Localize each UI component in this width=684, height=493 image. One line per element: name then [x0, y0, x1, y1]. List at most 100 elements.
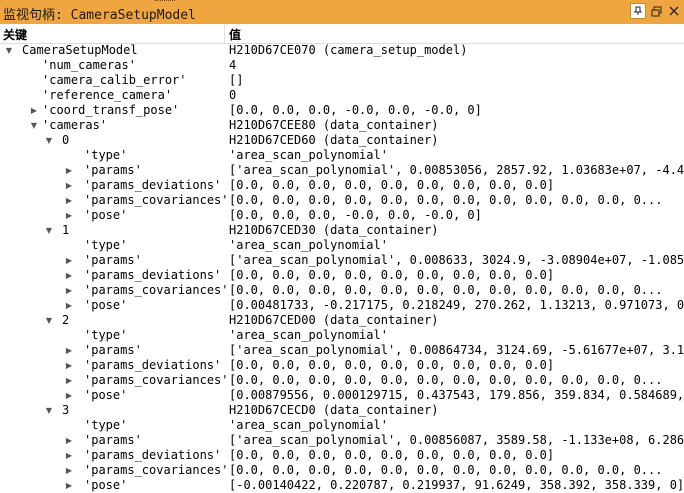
row-key: 'params_covariances' [84, 283, 229, 297]
collapse-arrow-icon[interactable]: ▼ [44, 313, 54, 328]
row-value: ['area_scan_polynomial', 0.008633, 3024.… [229, 253, 684, 267]
row-key: CameraSetupModel [22, 43, 138, 57]
expand-arrow-icon[interactable]: ▶ [64, 463, 74, 478]
collapse-arrow-icon[interactable]: ▼ [44, 403, 54, 418]
row-key: 'params_deviations' [84, 358, 222, 372]
row-key: 'num_cameras' [42, 58, 136, 72]
collapse-arrow-icon[interactable]: ▼ [44, 133, 54, 148]
row-value: [0.0, 0.0, 0.0, 0.0, 0.0, 0.0, 0.0, 0.0,… [229, 448, 555, 462]
row-key: 3 [62, 403, 70, 417]
row-value: [0.00879556, 0.000129715, 0.437543, 179.… [229, 388, 684, 402]
row-key: 'params_covariances' [84, 193, 229, 207]
tree-row[interactable]: ▶ 'params' ['area_scan_polynomial', 0.0086… [0, 343, 684, 358]
tree-row[interactable]: 'type' 'area_scan_polynomial' [0, 148, 684, 163]
tree-row[interactable]: 'num_cameras' 4 [0, 58, 684, 73]
row-value: H210D67CEE80 (data_container) [229, 118, 439, 132]
row-value: [0.0, 0.0, 0.0, 0.0, 0.0, 0.0, 0.0, 0.0,… [229, 373, 663, 387]
tree-row[interactable]: 'type' 'area_scan_polynomial' [0, 328, 684, 343]
row-value: [0.0, 0.0, 0.0, 0.0, 0.0, 0.0, 0.0, 0.0,… [229, 463, 663, 477]
row-value: [-0.00140422, 0.220787, 0.219937, 91.624… [229, 478, 684, 492]
row-key: 0 [62, 133, 70, 147]
row-key: 'type' [84, 418, 128, 432]
expand-arrow-icon[interactable]: ▶ [64, 178, 74, 193]
tree-row[interactable]: ▶ 'params_deviations' [0.0, 0.0, 0.0, 0.0,… [0, 358, 684, 373]
tree-row[interactable]: 'reference_camera' 0 [0, 88, 684, 103]
expand-arrow-icon[interactable]: ▶ [64, 448, 74, 463]
expand-arrow-icon[interactable]: ▶ [64, 388, 74, 403]
tree-row[interactable]: ▼ 0 H210D67CED60 (data_container) [0, 133, 684, 148]
row-key: 'params_deviations' [84, 268, 222, 282]
collapse-arrow-icon[interactable]: ▼ [44, 223, 54, 238]
tree-row[interactable]: ▼ 1 H210D67CED30 (data_container) [0, 223, 684, 238]
tree-row[interactable]: ▶ 'pose' [0.00481733, -0.217175, 0.218249,… [0, 298, 684, 313]
expand-arrow-icon[interactable]: ▶ [64, 283, 74, 298]
expand-arrow-icon[interactable]: ▶ [64, 478, 74, 493]
close-icon[interactable] [666, 3, 682, 19]
tree-row[interactable]: ▼ 2 H210D67CED00 (data_container) [0, 313, 684, 328]
tree-row[interactable]: ▶ 'params' ['area_scan_polynomial', 0.0085… [0, 433, 684, 448]
float-window-icon[interactable] [648, 3, 664, 19]
row-key: 'params' [84, 433, 142, 447]
tree-row[interactable]: ▶ 'params_covariances' [0.0, 0.0, 0.0, 0.0… [0, 193, 684, 208]
row-key: 'params_deviations' [84, 178, 222, 192]
key-column-header[interactable]: 关键 [3, 26, 27, 43]
collapse-arrow-icon[interactable]: ▼ [29, 118, 39, 133]
tree-row[interactable]: ▶ 'pose' [0.0, 0.0, 0.0, -0.0, 0.0, -0.0, … [0, 208, 684, 223]
pin-icon[interactable] [630, 3, 646, 19]
row-value: H210D67CED60 (data_container) [229, 133, 439, 147]
value-column-header[interactable]: 值 [229, 26, 241, 43]
row-value: ['area_scan_polynomial', 0.00856087, 358… [229, 433, 684, 447]
expand-arrow-icon[interactable]: ▶ [64, 163, 74, 178]
drag-grip[interactable] [155, 0, 175, 3]
row-value: [] [229, 73, 244, 87]
tree-row[interactable]: ▶ 'params_covariances' [0.0, 0.0, 0.0, 0.0… [0, 373, 684, 388]
row-value: 4 [229, 58, 237, 72]
tree-row[interactable]: ▶ 'params_covariances' [0.0, 0.0, 0.0, 0.0… [0, 283, 684, 298]
tree-row[interactable]: ▶ 'params_deviations' [0.0, 0.0, 0.0, 0.0,… [0, 268, 684, 283]
tree-row[interactable]: ▶ 'params_covariances' [0.0, 0.0, 0.0, 0.0… [0, 463, 684, 478]
row-value: H210D67CED00 (data_container) [229, 313, 439, 327]
expand-arrow-icon[interactable]: ▶ [64, 193, 74, 208]
column-divider[interactable] [224, 25, 225, 43]
row-key: 'type' [84, 328, 128, 342]
expand-arrow-icon[interactable]: ▶ [64, 358, 74, 373]
expand-arrow-icon[interactable]: ▶ [29, 103, 39, 118]
tree-row[interactable]: ▶ 'params_deviations' [0.0, 0.0, 0.0, 0.0,… [0, 448, 684, 463]
expand-arrow-icon[interactable]: ▶ [64, 343, 74, 358]
tree-row[interactable]: ▶ 'params' ['area_scan_polynomial', 0.0086… [0, 253, 684, 268]
expand-arrow-icon[interactable]: ▶ [64, 373, 74, 388]
row-key: 1 [62, 223, 70, 237]
row-value: ['area_scan_polynomial', 0.00853056, 285… [229, 163, 684, 177]
tree-row[interactable]: ▶ 'pose' [-0.00140422, 0.220787, 0.219937,… [0, 478, 684, 493]
tree-row[interactable]: ▶ 'params_deviations' [0.0, 0.0, 0.0, 0.0,… [0, 178, 684, 193]
window-titlebar[interactable]: 监视句柄: CameraSetupModel [0, 0, 684, 24]
tree-row[interactable]: 'camera_calib_error' [] [0, 73, 684, 88]
tree-row[interactable]: ▶ 'params' ['area_scan_polynomial', 0.0085… [0, 163, 684, 178]
row-value: [0.00481733, -0.217175, 0.218249, 270.26… [229, 298, 684, 312]
expand-arrow-icon[interactable]: ▶ [64, 298, 74, 313]
expand-arrow-icon[interactable]: ▶ [64, 433, 74, 448]
row-key: 'cameras' [42, 118, 108, 132]
collapse-arrow-icon[interactable]: ▼ [4, 43, 14, 58]
row-key: 'params' [84, 343, 142, 357]
expand-arrow-icon[interactable]: ▶ [64, 208, 74, 223]
tree-row[interactable]: ▼ CameraSetupModel H210D67CE070 (camera_se… [0, 43, 684, 58]
row-value: H210D67CECD0 (data_container) [229, 403, 439, 417]
tree-row[interactable]: ▼'cameras' H210D67CEE80 (data_container) [0, 118, 684, 133]
row-value: H210D67CED30 (data_container) [229, 223, 439, 237]
tree-row[interactable]: ▶ 'pose' [0.00879556, 0.000129715, 0.43754… [0, 388, 684, 403]
expand-arrow-icon[interactable]: ▶ [64, 253, 74, 268]
row-value: 'area_scan_polynomial' [229, 328, 388, 342]
expand-arrow-icon[interactable]: ▶ [64, 268, 74, 283]
tree-row[interactable]: 'type' 'area_scan_polynomial' [0, 418, 684, 433]
row-key: 'params_covariances' [84, 373, 229, 387]
row-key: 'type' [84, 238, 128, 252]
tree-row[interactable]: ▶'coord_transf_pose' [0.0, 0.0, 0.0, -0.0… [0, 103, 684, 118]
row-key: 'params' [84, 253, 142, 267]
tree-row[interactable]: ▼ 3 H210D67CECD0 (data_container) [0, 403, 684, 418]
row-key: 'coord_transf_pose' [42, 103, 180, 117]
row-value: [0.0, 0.0, 0.0, 0.0, 0.0, 0.0, 0.0, 0.0,… [229, 193, 663, 207]
tree-row[interactable]: 'type' 'area_scan_polynomial' [0, 238, 684, 253]
row-key: 'params_deviations' [84, 448, 222, 462]
row-value: H210D67CE070 (camera_setup_model) [229, 43, 468, 57]
